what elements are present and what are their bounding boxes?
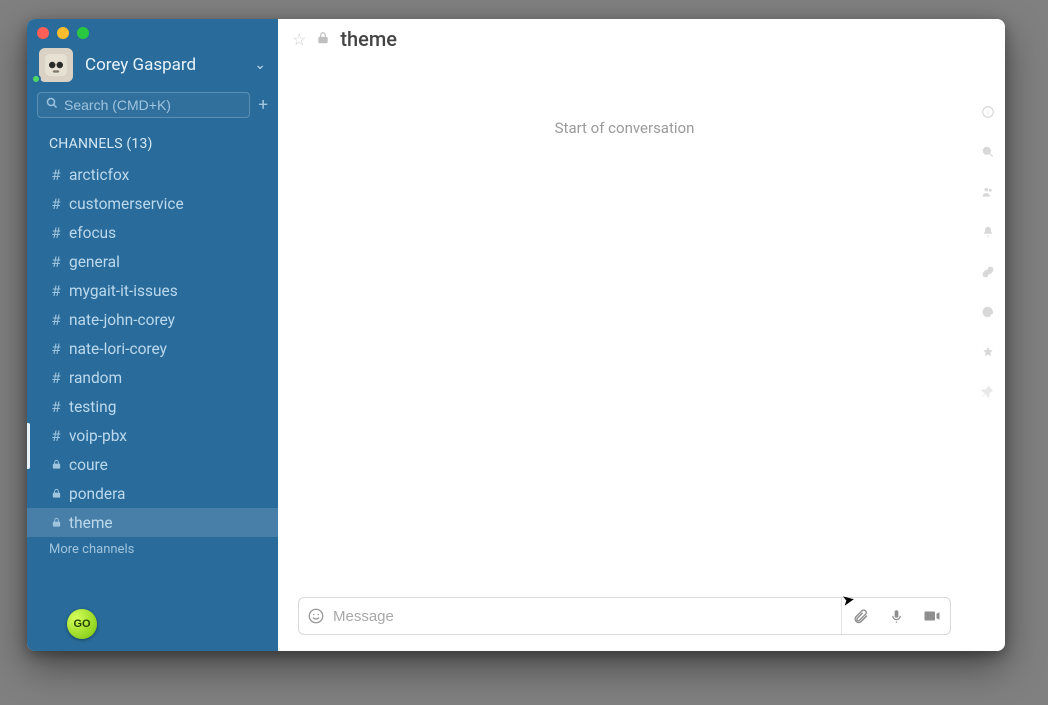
info-icon[interactable]: i — [981, 105, 995, 123]
channel-label: general — [69, 253, 120, 271]
lock-icon — [49, 459, 63, 470]
channel-label: theme — [69, 514, 113, 532]
avatar-wrap — [39, 48, 73, 82]
message-area: Start of conversation — [278, 59, 971, 597]
channel-item-mygait-it-issues[interactable]: # mygait-it-issues — [27, 276, 278, 305]
action-rail: i — [971, 19, 1005, 651]
channels-header: CHANNELS (13) — [27, 132, 278, 160]
emoji-icon[interactable] — [299, 607, 333, 625]
channel-label: efocus — [69, 224, 116, 242]
hash-icon: # — [49, 224, 63, 242]
channel-label: nate-lori-corey — [69, 340, 167, 358]
hash-icon: # — [49, 282, 63, 300]
unread-indicator — [27, 423, 30, 469]
search-input[interactable] — [64, 97, 241, 113]
channel-item-nate-lori-corey[interactable]: # nate-lori-corey — [27, 334, 278, 363]
go-badge[interactable]: GO — [67, 609, 97, 639]
star-icon[interactable]: ☆ — [292, 30, 306, 49]
channel-item-nate-john-corey[interactable]: # nate-john-corey — [27, 305, 278, 334]
sidebar: Corey Gaspard ⌄ + CHANNELS (13) # arcticf… — [27, 19, 278, 651]
avatar-image — [43, 52, 69, 78]
main: ☆ theme Start of conversation — [278, 19, 1005, 651]
hash-icon: # — [49, 166, 63, 184]
window-controls — [27, 19, 278, 42]
channel-label: arcticfox — [69, 166, 129, 184]
channel-item-random[interactable]: # random — [27, 363, 278, 392]
channel-item-theme[interactable]: theme — [27, 508, 278, 537]
lock-icon — [49, 517, 63, 528]
add-channel-button[interactable]: + — [258, 95, 268, 115]
minimize-window-button[interactable] — [57, 27, 69, 39]
go-badge-label: GO — [73, 618, 90, 630]
message-input[interactable] — [333, 608, 841, 625]
channel-item-testing[interactable]: # testing — [27, 392, 278, 421]
search-rail-icon[interactable] — [981, 145, 995, 163]
hash-icon: # — [49, 253, 63, 271]
hash-icon: # — [49, 195, 63, 213]
lock-icon — [49, 488, 63, 499]
pin-icon[interactable] — [981, 385, 995, 403]
search-row: + — [27, 92, 278, 132]
more-channels[interactable]: More channels — [27, 537, 278, 562]
channel-label: nate-john-corey — [69, 311, 175, 329]
channel-item-pondera[interactable]: pondera — [27, 479, 278, 508]
svg-text:i: i — [987, 108, 989, 116]
close-window-button[interactable] — [37, 27, 49, 39]
attach-icon[interactable] — [842, 608, 878, 625]
search-box[interactable] — [37, 92, 250, 118]
hash-icon: # — [49, 340, 63, 358]
channel-label: testing — [69, 398, 116, 416]
channel-item-efocus[interactable]: # efocus — [27, 218, 278, 247]
channel-item-coure[interactable]: coure — [27, 450, 278, 479]
hash-icon: # — [49, 311, 63, 329]
channel-title: theme — [340, 27, 397, 51]
channel-list: # arcticfox # customerservice # efocus # genera… — [27, 160, 278, 601]
compose-wrap — [278, 597, 971, 651]
channel-label: mygait-it-issues — [69, 282, 178, 300]
presence-indicator — [31, 74, 41, 84]
content: ☆ theme Start of conversation — [278, 19, 971, 651]
channel-item-voip-pbx[interactable]: # voip-pbx — [27, 421, 278, 450]
channel-label: customerservice — [69, 195, 184, 213]
channel-label: voip-pbx — [69, 427, 127, 445]
hash-icon: # — [49, 369, 63, 387]
lock-icon — [316, 30, 330, 49]
hash-icon: # — [49, 427, 63, 445]
channel-header: ☆ theme — [278, 19, 971, 59]
user-name: Corey Gaspard — [85, 55, 254, 75]
mention-icon[interactable] — [981, 305, 995, 323]
video-icon[interactable] — [914, 607, 950, 625]
chevron-down-icon[interactable]: ⌄ — [254, 57, 266, 73]
sidebar-footer: GO — [27, 601, 278, 651]
microphone-icon[interactable] — [878, 609, 914, 624]
channel-label: coure — [69, 456, 108, 474]
search-icon — [46, 97, 58, 113]
current-user[interactable]: Corey Gaspard ⌄ — [27, 42, 278, 92]
app-window: Corey Gaspard ⌄ + CHANNELS (13) # arcticf… — [27, 19, 1005, 651]
channel-item-general[interactable]: # general — [27, 247, 278, 276]
avatar — [39, 48, 73, 82]
link-icon[interactable] — [981, 265, 995, 283]
notifications-icon[interactable] — [981, 225, 995, 243]
compose-actions — [841, 598, 950, 634]
channel-item-arcticfox[interactable]: # arcticfox — [27, 160, 278, 189]
hash-icon: # — [49, 398, 63, 416]
start-of-conversation: Start of conversation — [555, 119, 695, 137]
channel-label: random — [69, 369, 122, 387]
star-rail-icon[interactable] — [981, 345, 995, 363]
members-icon[interactable] — [981, 185, 995, 203]
channel-item-customerservice[interactable]: # customerservice — [27, 189, 278, 218]
zoom-window-button[interactable] — [77, 27, 89, 39]
channel-label: pondera — [69, 485, 125, 503]
